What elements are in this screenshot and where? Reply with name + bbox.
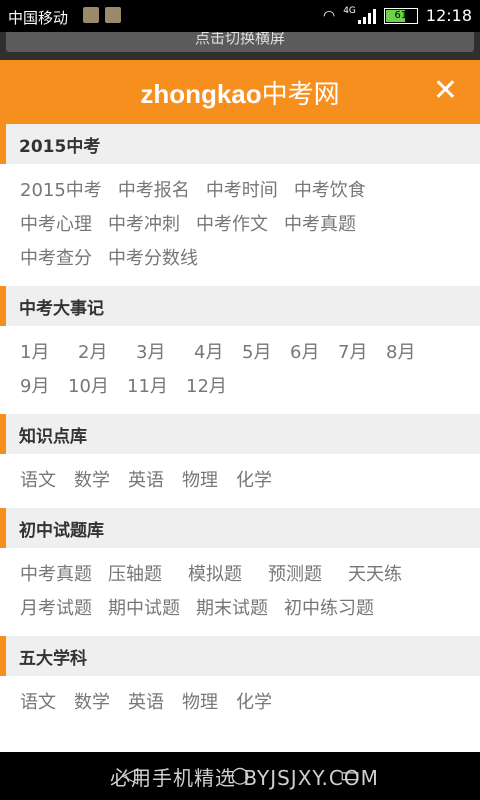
navigation-bar: ◁ ○ ▭ 必用手机精选 BYJSJXY.COM — [0, 752, 480, 800]
signal-icon — [357, 8, 376, 24]
image-notification-icon — [105, 7, 121, 23]
close-icon[interactable]: ✕ — [433, 74, 458, 108]
link[interactable]: 天天练 — [348, 558, 402, 592]
link[interactable]: 期中试题 — [108, 592, 180, 626]
link[interactable]: 压轴题 — [108, 558, 162, 592]
menu-header: zhongkao中考网 ✕ — [0, 60, 480, 124]
link[interactable]: 12月 — [186, 370, 227, 404]
link[interactable]: 2015中考 — [20, 174, 102, 208]
notification-icons — [83, 7, 121, 23]
section-links: 2015中考 中考报名 中考时间 中考饮食 中考心理 中考冲刺 中考作文 中考真题 中考查分… — [0, 164, 480, 286]
accent-bar — [0, 636, 6, 676]
link[interactable]: 语文 — [20, 686, 56, 720]
link[interactable]: 10月 — [68, 370, 127, 404]
section-header: 初中试题库 — [0, 508, 480, 548]
link[interactable]: 中考报名 — [118, 174, 190, 208]
rotate-screen-button[interactable]: 点击切换横屏 — [6, 32, 474, 52]
section-title: 中考大事记 — [19, 299, 104, 319]
section-header: 中考大事记 — [0, 286, 480, 326]
link[interactable]: 8月 — [386, 336, 415, 370]
link[interactable]: 中考作文 — [196, 208, 268, 242]
accent-bar — [0, 124, 6, 164]
link[interactable]: 英语 — [128, 686, 164, 720]
link[interactable]: 模拟题 — [188, 558, 242, 592]
app-notification-icon — [83, 7, 99, 23]
section-header: 五大学科 — [0, 636, 480, 676]
link[interactable]: 中考分数线 — [108, 242, 198, 276]
link[interactable]: 初中练习题 — [284, 592, 374, 626]
battery-level: 61 — [394, 9, 408, 21]
network-type: 4G — [343, 5, 356, 16]
section-links: 中考真题 压轴题 模拟题 预测题 天天练 月考试题 期中试题 期末试题 初中练习题 — [0, 548, 480, 636]
section-header: 知识点库 — [0, 414, 480, 454]
accent-bar — [0, 508, 6, 548]
menu-content: 2015中考 2015中考 中考报名 中考时间 中考饮食 中考心理 中考冲刺 中考作文 中考… — [0, 124, 480, 730]
link[interactable]: 中考真题 — [284, 208, 356, 242]
link[interactable]: 6月 — [290, 336, 338, 370]
site-logo[interactable]: zhongkao中考网 — [0, 74, 480, 111]
clock: 12:18 — [425, 6, 472, 25]
section-links: 1月 2月 3月 4月 5月 6月 7月 8月 9月 10月 11月 12月 — [0, 326, 480, 414]
link[interactable]: 4月 — [194, 336, 242, 370]
status-bar: 中国移动 ◠ 4G 61 12:18 — [0, 0, 480, 32]
link[interactable]: 9月 — [20, 370, 68, 404]
section-links: 语文 数学 英语 物理 化学 — [0, 676, 480, 730]
wifi-icon: ◠ — [322, 7, 336, 24]
link[interactable]: 化学 — [236, 686, 272, 720]
watermark: 必用手机精选 BYJSJXY.COM — [110, 766, 379, 790]
section-header: 2015中考 — [0, 124, 480, 164]
link[interactable]: 7月 — [338, 336, 386, 370]
link[interactable]: 5月 — [242, 336, 290, 370]
link[interactable]: 物理 — [182, 464, 218, 498]
logo-cn: 中考网 — [261, 79, 340, 109]
link[interactable]: 语文 — [20, 464, 56, 498]
link[interactable]: 11月 — [127, 370, 186, 404]
link[interactable]: 物理 — [182, 686, 218, 720]
link[interactable]: 3月 — [136, 336, 194, 370]
logo-en: zhongkao — [140, 79, 262, 109]
link[interactable]: 中考饮食 — [294, 174, 366, 208]
rotate-strip: 点击切换横屏 — [0, 32, 480, 60]
accent-bar — [0, 414, 6, 454]
link[interactable]: 1月 — [20, 336, 78, 370]
status-right: ◠ 4G 61 12:18 — [322, 5, 472, 26]
link[interactable]: 中考真题 — [20, 558, 92, 592]
accent-bar — [0, 286, 6, 326]
link[interactable]: 化学 — [236, 464, 272, 498]
link[interactable]: 数学 — [74, 686, 110, 720]
battery-icon: 61 — [383, 7, 418, 24]
section-links: 语文 数学 英语 物理 化学 — [0, 454, 480, 508]
section-title: 知识点库 — [19, 427, 87, 447]
section-title: 五大学科 — [19, 649, 87, 669]
link[interactable]: 月考试题 — [20, 592, 92, 626]
link[interactable]: 中考心理 — [20, 208, 92, 242]
link[interactable]: 数学 — [74, 464, 110, 498]
link[interactable]: 中考查分 — [20, 242, 92, 276]
link[interactable]: 中考时间 — [206, 174, 278, 208]
link[interactable]: 预测题 — [268, 558, 322, 592]
section-title: 初中试题库 — [19, 521, 104, 541]
link[interactable]: 2月 — [78, 336, 136, 370]
section-title: 2015中考 — [19, 137, 101, 157]
link[interactable]: 期末试题 — [196, 592, 268, 626]
carrier-label: 中国移动 — [8, 9, 69, 27]
link[interactable]: 英语 — [128, 464, 164, 498]
link[interactable]: 中考冲刺 — [108, 208, 180, 242]
